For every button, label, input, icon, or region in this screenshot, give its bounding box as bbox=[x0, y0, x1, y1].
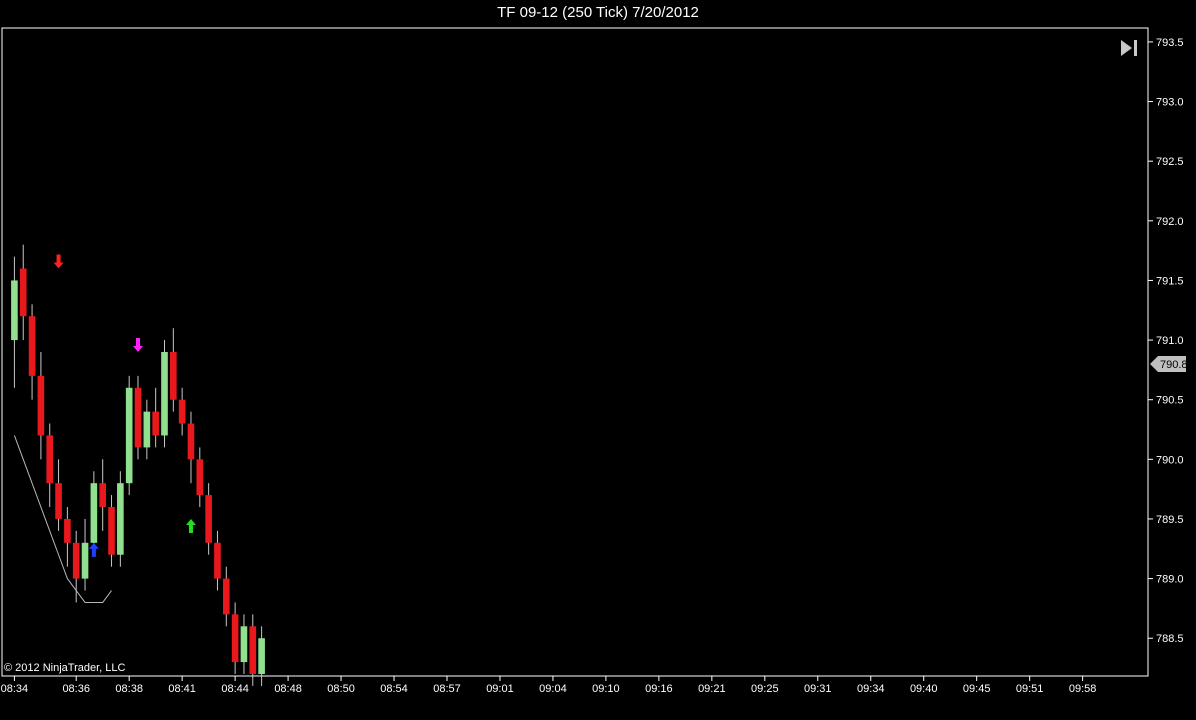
candle-up bbox=[125, 387, 133, 484]
candle-down bbox=[231, 614, 239, 663]
time-tick-label: 09:10 bbox=[592, 683, 620, 695]
time-tick-label: 09:45 bbox=[963, 683, 991, 695]
current-price-label: 790.8 bbox=[1160, 359, 1188, 371]
copyright-text: © 2012 NinjaTrader, LLC bbox=[4, 662, 125, 674]
candle-up bbox=[258, 638, 265, 674]
scroll-to-end-button[interactable] bbox=[1118, 38, 1140, 58]
time-tick-label: 09:04 bbox=[539, 683, 567, 695]
candle-down bbox=[108, 507, 115, 555]
price-axis: 788.5 789.0 789.5 790.0 790.5 791.0 791.5 792.0… bbox=[1148, 37, 1184, 645]
candle-down bbox=[249, 626, 257, 674]
candle-down bbox=[205, 495, 212, 543]
candle-down bbox=[187, 423, 195, 460]
candle-down bbox=[64, 518, 71, 543]
price-tick-label: 790.0 bbox=[1156, 454, 1184, 466]
candle-down bbox=[55, 483, 62, 519]
candle-down bbox=[99, 483, 107, 508]
candle-up bbox=[240, 626, 248, 663]
time-tick-label: 08:48 bbox=[274, 683, 302, 695]
candle-down bbox=[196, 459, 204, 496]
current-price-tag: 790.8 bbox=[1150, 356, 1188, 372]
time-tick-label: 08:36 bbox=[62, 683, 90, 695]
time-tick-label: 08:34 bbox=[1, 683, 29, 695]
candle-down bbox=[214, 542, 221, 579]
price-tick-label: 793.0 bbox=[1156, 97, 1184, 109]
candle-up bbox=[117, 483, 124, 555]
candle-down bbox=[46, 435, 54, 484]
candle-down bbox=[170, 352, 177, 400]
price-tick-label: 789.0 bbox=[1156, 574, 1184, 586]
price-tick-label: 791.0 bbox=[1156, 335, 1184, 347]
price-tick-label: 791.5 bbox=[1156, 275, 1184, 287]
price-tick-label: 788.5 bbox=[1156, 633, 1184, 645]
candle-down bbox=[28, 316, 36, 376]
time-tick-label: 09:40 bbox=[910, 683, 938, 695]
price-chart[interactable]: 788.5 789.0 789.5 790.0 790.5 791.0 791.5 792.0… bbox=[0, 0, 1196, 720]
price-tick-label: 793.5 bbox=[1156, 37, 1184, 49]
price-tick-label: 792.5 bbox=[1156, 156, 1184, 168]
time-axis: 08:34 08:36 08:38 08:41 08:44 08:48 08:50 08:54… bbox=[1, 676, 1097, 695]
time-tick-label: 09:25 bbox=[751, 683, 779, 695]
time-tick-label: 09:58 bbox=[1069, 683, 1097, 695]
time-tick-label: 09:34 bbox=[857, 683, 885, 695]
time-tick-label: 08:38 bbox=[115, 683, 143, 695]
time-tick-label: 09:31 bbox=[804, 683, 832, 695]
time-tick-label: 09:51 bbox=[1016, 683, 1044, 695]
skip-end-bar-icon bbox=[1134, 40, 1137, 56]
price-tick-label: 790.5 bbox=[1156, 395, 1184, 407]
price-tick-label: 789.5 bbox=[1156, 514, 1184, 526]
time-tick-label: 09:01 bbox=[486, 683, 514, 695]
candle-up bbox=[11, 280, 18, 341]
candle-up bbox=[161, 352, 168, 436]
time-tick-label: 08:41 bbox=[168, 683, 196, 695]
candle-up bbox=[90, 483, 98, 543]
candle-down bbox=[19, 268, 27, 317]
candle-down bbox=[134, 387, 142, 448]
time-tick-label: 09:16 bbox=[645, 683, 673, 695]
candle-up bbox=[81, 542, 89, 579]
time-tick-label: 08:57 bbox=[433, 683, 461, 695]
candle-down bbox=[37, 375, 45, 436]
time-tick-label: 09:21 bbox=[698, 683, 726, 695]
price-tick-label: 792.0 bbox=[1156, 216, 1184, 228]
candle-down bbox=[72, 542, 80, 579]
time-tick-label: 08:50 bbox=[327, 683, 355, 695]
candle-down bbox=[222, 578, 230, 615]
candle-down bbox=[152, 411, 159, 436]
time-tick-label: 08:44 bbox=[221, 683, 249, 695]
candle-down bbox=[178, 399, 186, 424]
time-tick-label: 08:54 bbox=[380, 683, 408, 695]
candle-up bbox=[143, 411, 151, 448]
